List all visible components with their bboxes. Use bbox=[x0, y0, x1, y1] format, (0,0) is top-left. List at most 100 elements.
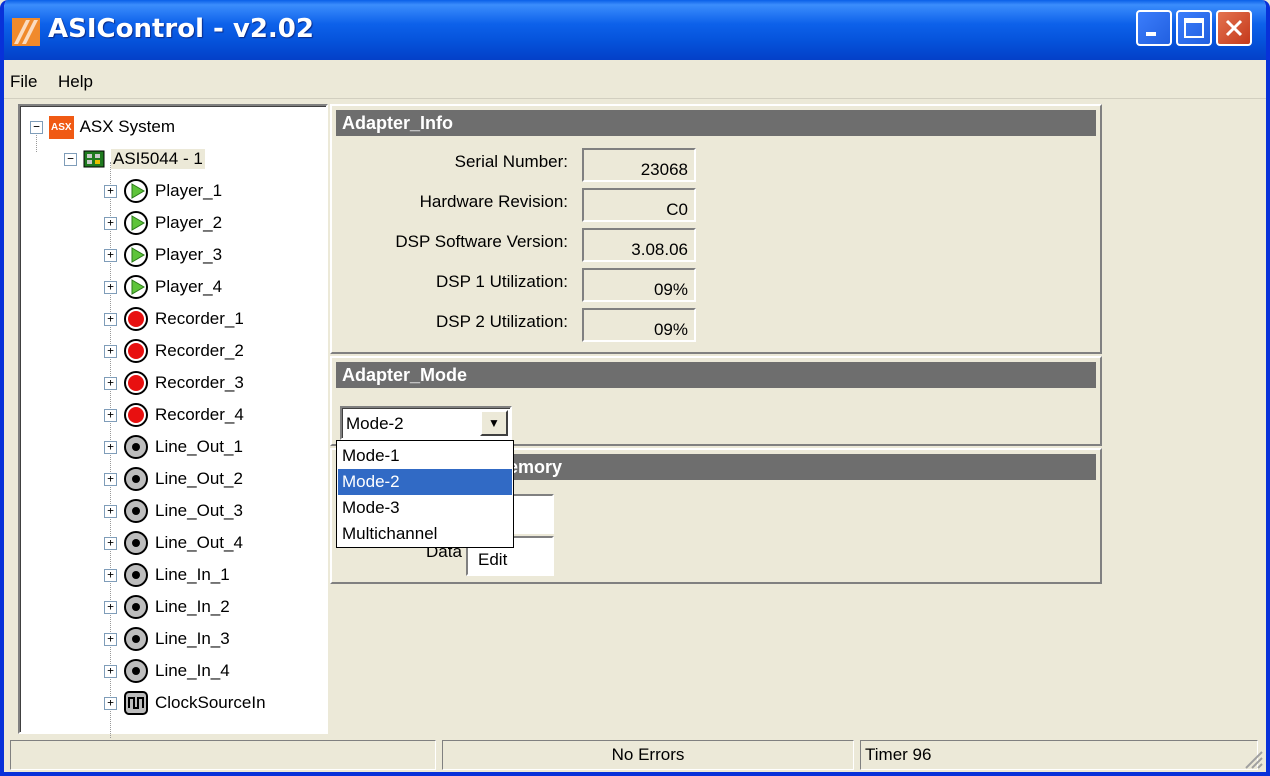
status-timer: Timer 96 bbox=[860, 740, 1258, 770]
expand-icon[interactable]: + bbox=[104, 280, 117, 294]
tree-label: Player_3 bbox=[155, 245, 223, 264]
dsp1-utilization-label: DSP 1 Utilization: bbox=[436, 272, 568, 291]
tree-node-line-out-4[interactable]: + Line_Out_4 bbox=[104, 528, 243, 558]
tree-node-recorder-2[interactable]: + Recorder_2 bbox=[104, 336, 244, 366]
serial-number-label: Serial Number: bbox=[454, 152, 568, 171]
collapse-icon[interactable]: − bbox=[64, 152, 77, 166]
mode-option-multichannel[interactable]: Multichannel bbox=[338, 521, 512, 547]
tree-node-recorder-3[interactable]: + Recorder_3 bbox=[104, 368, 244, 398]
dsp-software-version-value: 3.08.06 bbox=[582, 228, 696, 262]
menu-file[interactable]: File bbox=[10, 72, 37, 92]
tree-label: Line_Out_3 bbox=[155, 501, 243, 520]
line-icon bbox=[124, 595, 148, 619]
chevron-down-icon[interactable]: ▼ bbox=[480, 410, 508, 436]
record-icon bbox=[124, 307, 148, 331]
tree-node-line-in-4[interactable]: + Line_In_4 bbox=[104, 656, 230, 686]
record-icon bbox=[124, 339, 148, 363]
expand-icon[interactable]: + bbox=[104, 408, 117, 422]
line-icon bbox=[124, 563, 148, 587]
status-pane-empty bbox=[10, 740, 436, 770]
memory-header-text: emory bbox=[508, 457, 563, 477]
tree-node-line-out-3[interactable]: + Line_Out_3 bbox=[104, 496, 243, 526]
tree-node-player-3[interactable]: + Player_3 bbox=[104, 240, 222, 270]
tree-node-line-in-2[interactable]: + Line_In_2 bbox=[104, 592, 230, 622]
minimize-button[interactable] bbox=[1136, 10, 1172, 46]
tree-node-line-out-2[interactable]: + Line_Out_2 bbox=[104, 464, 243, 494]
info-row-dsp2: DSP 2 Utilization: 09% bbox=[336, 306, 1096, 342]
record-icon bbox=[124, 371, 148, 395]
expand-icon[interactable]: + bbox=[104, 344, 117, 358]
tree-label: ClockSourceIn bbox=[155, 693, 266, 712]
expand-icon[interactable]: + bbox=[104, 568, 117, 582]
tree-label: Line_Out_4 bbox=[155, 533, 243, 552]
tree-node-recorder-4[interactable]: + Recorder_4 bbox=[104, 400, 244, 430]
tree-node-clocksourcein[interactable]: + ClockSourceIn bbox=[104, 688, 266, 718]
line-icon bbox=[124, 531, 148, 555]
tree-node-adapter[interactable]: − ASI5044 - 1 bbox=[64, 144, 205, 174]
line-icon bbox=[124, 467, 148, 491]
adapter-mode-dropdown[interactable]: Mode-1 Mode-2 Mode-3 Multichannel bbox=[336, 440, 514, 548]
adapter-info-header: Adapter_Info bbox=[336, 110, 1096, 136]
tree-node-recorder-1[interactable]: + Recorder_1 bbox=[104, 304, 244, 334]
tree-node-line-out-1[interactable]: + Line_Out_1 bbox=[104, 432, 243, 462]
tree-label: Player_1 bbox=[155, 181, 223, 200]
tree-node-player-1[interactable]: + Player_1 bbox=[104, 176, 222, 206]
tree-label: ASI5044 - 1 bbox=[111, 149, 205, 169]
expand-icon[interactable]: + bbox=[104, 376, 117, 390]
play-icon bbox=[124, 275, 148, 299]
expand-icon[interactable]: + bbox=[104, 696, 117, 710]
tree-node-asx-system[interactable]: − ASX ASX System bbox=[30, 112, 175, 142]
line-icon bbox=[124, 627, 148, 651]
status-message: No Errors bbox=[442, 740, 854, 770]
adapter-mode-combo[interactable]: Mode-2 ▼ bbox=[340, 406, 512, 440]
tree-node-line-in-3[interactable]: + Line_In_3 bbox=[104, 624, 230, 654]
mode-option-3[interactable]: Mode-3 bbox=[338, 495, 512, 521]
dsp1-utilization-value: 09% bbox=[582, 268, 696, 302]
expand-icon[interactable]: + bbox=[104, 312, 117, 326]
expand-icon[interactable]: + bbox=[104, 440, 117, 454]
line-icon bbox=[124, 499, 148, 523]
tree-label: Line_In_3 bbox=[155, 629, 230, 648]
expand-icon[interactable]: + bbox=[104, 632, 117, 646]
tree-node-line-in-1[interactable]: + Line_In_1 bbox=[104, 560, 230, 590]
tree-label: Line_In_4 bbox=[155, 661, 230, 680]
expand-icon[interactable]: + bbox=[104, 248, 117, 262]
minimize-icon bbox=[1146, 32, 1156, 36]
expand-icon[interactable]: + bbox=[104, 504, 117, 518]
info-row-dsp1: DSP 1 Utilization: 09% bbox=[336, 266, 1096, 302]
record-icon bbox=[124, 403, 148, 427]
tree-node-player-2[interactable]: + Player_2 bbox=[104, 208, 222, 238]
hardware-revision-label: Hardware Revision: bbox=[419, 192, 568, 211]
expand-icon[interactable]: + bbox=[104, 664, 117, 678]
resize-grip-icon[interactable] bbox=[1242, 748, 1264, 770]
maximize-button[interactable] bbox=[1176, 10, 1212, 46]
menu-help[interactable]: Help bbox=[58, 72, 93, 92]
expand-icon[interactable]: + bbox=[104, 536, 117, 550]
tree-node-player-4[interactable]: + Player_4 bbox=[104, 272, 222, 302]
mode-option-1[interactable]: Mode-1 bbox=[338, 443, 512, 469]
maximize-icon bbox=[1184, 18, 1204, 38]
asx-icon: ASX bbox=[49, 115, 74, 139]
line-icon bbox=[124, 435, 148, 459]
adapter-mode-value: Mode-2 bbox=[346, 414, 404, 433]
close-button[interactable] bbox=[1216, 10, 1252, 46]
expand-icon[interactable]: + bbox=[104, 600, 117, 614]
device-tree[interactable]: − ASX ASX System − ASI5044 - 1 + Player_1… bbox=[18, 104, 328, 750]
dsp2-utilization-value: 09% bbox=[582, 308, 696, 342]
tree-label: Player_2 bbox=[155, 213, 223, 232]
title-bar[interactable]: ASIControl - v2.02 bbox=[4, 0, 1266, 60]
expand-icon[interactable]: + bbox=[104, 216, 117, 230]
expand-icon[interactable]: + bbox=[104, 184, 117, 198]
info-row-hw-rev: Hardware Revision: C0 bbox=[336, 186, 1096, 222]
tree-label: Recorder_2 bbox=[155, 341, 244, 360]
expand-icon[interactable]: + bbox=[104, 472, 117, 486]
tree-label: Line_Out_2 bbox=[155, 469, 243, 488]
tree-label: ASX System bbox=[79, 117, 175, 136]
info-row-dsp-sw: DSP Software Version: 3.08.06 bbox=[336, 226, 1096, 262]
tree-label: Recorder_1 bbox=[155, 309, 244, 328]
mode-option-2[interactable]: Mode-2 bbox=[338, 469, 512, 495]
adapter-mode-panel: Adapter_Mode Mode-2 ▼ bbox=[330, 356, 1102, 446]
tree-label: Line_In_2 bbox=[155, 597, 230, 616]
adapter-mode-header: Adapter_Mode bbox=[336, 362, 1096, 388]
collapse-icon[interactable]: − bbox=[30, 120, 43, 134]
